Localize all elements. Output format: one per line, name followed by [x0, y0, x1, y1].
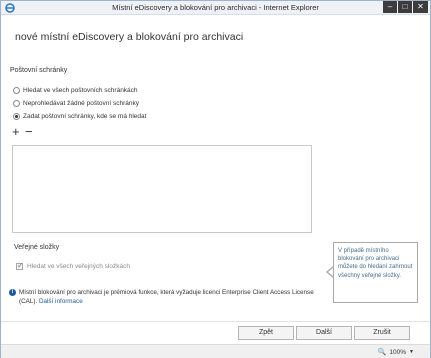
cancel-button[interactable]: Zrušit — [354, 326, 410, 340]
checkbox[interactable]: ✓ — [16, 261, 24, 270]
zoom-control[interactable]: 🔍 100% ▼ — [377, 348, 414, 357]
info-icon: i — [9, 289, 16, 296]
radio-button[interactable] — [13, 87, 20, 94]
radio-specify-mailboxes[interactable]: Zadat poštovní schránky, kde se má hleda… — [13, 113, 146, 120]
page-title: nové místní eDiscovery a blokování pro a… — [15, 31, 244, 43]
radio-search-all-mailboxes[interactable]: Hledat ve všech poštovních schránkách — [13, 87, 138, 94]
window-title: Místní eDiscovery a blokování pro archiv… — [112, 3, 319, 12]
radio-label: Zadat poštovní schránky, kde se má hleda… — [23, 113, 147, 120]
browser-window: Místní eDiscovery a blokování pro archiv… — [0, 0, 431, 358]
status-bar: 🔍 100% ▼ — [1, 344, 430, 358]
radio-button-selected[interactable] — [13, 113, 20, 120]
chevron-down-icon: ▼ — [409, 349, 414, 355]
public-folders-section-label: Veřejné složky — [14, 244, 60, 251]
maximize-button[interactable]: □ — [398, 1, 412, 13]
more-info-link[interactable]: Další informace — [39, 298, 83, 305]
zoom-icon: 🔍 — [377, 349, 387, 356]
title-bar: Místní eDiscovery a blokování pro archiv… — [1, 1, 430, 15]
close-button[interactable]: ✕ — [413, 1, 428, 13]
radio-label: Hledat ve všech poštovních schránkách — [23, 87, 138, 94]
zoom-level: 100% — [389, 348, 407, 356]
radio-label: Neprohledávat žádné poštovní schránky — [23, 100, 139, 107]
next-button[interactable]: Další — [296, 326, 352, 340]
back-button[interactable]: Zpět — [238, 326, 294, 340]
add-icon[interactable]: + — [12, 125, 20, 138]
footer-divider — [1, 321, 430, 322]
minimize-button[interactable]: – — [383, 1, 397, 13]
public-folders-tooltip: V případě místního blokování pro archiva… — [333, 242, 418, 303]
license-info: i Místní blokování pro archivaci je prém… — [9, 288, 319, 306]
remove-icon[interactable]: − — [25, 125, 33, 138]
mailbox-list[interactable] — [12, 145, 312, 233]
radio-search-no-mailboxes[interactable]: Neprohledávat žádné poštovní schránky — [13, 100, 139, 107]
checkbox-label: Hledat ve všech veřejných složkách — [27, 263, 130, 270]
window-controls: – □ ✕ — [382, 1, 428, 14]
radio-button[interactable] — [13, 100, 20, 107]
search-all-public-folders-checkbox[interactable]: ✓ Hledat ve všech veřejných složkách — [16, 261, 130, 270]
checkmark-icon: ✓ — [17, 261, 24, 270]
mailboxes-section-label: Poštovní schránky — [10, 67, 68, 74]
